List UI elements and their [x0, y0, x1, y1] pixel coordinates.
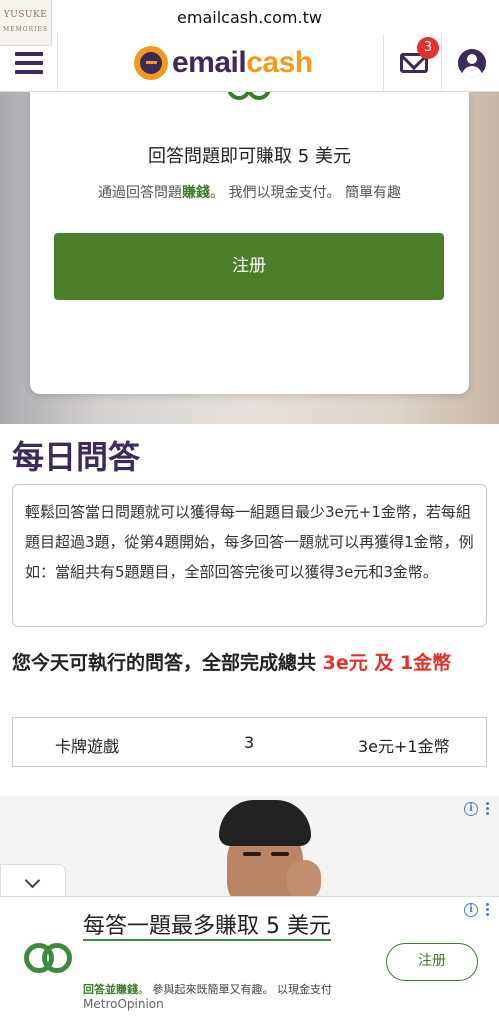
inbox-button[interactable]: 3	[383, 34, 441, 92]
logo-text-cash: cash	[246, 46, 313, 79]
account-button[interactable]	[441, 34, 499, 92]
ad-register-button[interactable]: 注册	[386, 943, 478, 981]
ad-more-options-icon[interactable]	[486, 802, 490, 817]
ad-person-image	[215, 800, 321, 896]
daily-quiz-description: 輕鬆回答當日問題就可以獲得每一組題目最少3e元+1金幣，若每組題目超過3題，從第…	[12, 484, 487, 627]
ad-headline[interactable]: 每答一題最多賺取 5 美元	[83, 911, 363, 943]
ad-desc-highlight: 回答並賺錢	[83, 983, 138, 996]
browser-url-bar[interactable]: emailcash.com.tw	[0, 0, 499, 34]
summary-reward: 3e元 及 1金幣	[322, 652, 452, 674]
logo-text: emailcash	[172, 46, 313, 80]
hero-subtitle-post: 。 我們以現金支付。 簡單有趣	[210, 185, 401, 201]
ad-brand: MetroOpinion	[83, 997, 164, 1011]
ad-info-icon[interactable]: i	[464, 903, 478, 917]
url-text: emailcash.com.tw	[177, 8, 322, 27]
ad-headline-text: 每答一題最多賺取 5 美元	[83, 914, 331, 941]
daily-quiz-title: 每日問答	[12, 438, 141, 476]
logo-text-email: email	[172, 46, 247, 79]
hero-subtitle-pre: 通過回答問題	[98, 185, 183, 201]
ad-more-options-icon[interactable]	[486, 903, 490, 918]
ad-info-icon[interactable]: i	[464, 802, 478, 816]
summary-prefix: 您今天可執行的問答，全部完成總共	[12, 652, 323, 674]
watermark-logo: YUSUKE MEMORIES	[0, 0, 52, 46]
daily-quiz-summary: 您今天可執行的問答，全部完成總共 3e元 及 1金幣	[12, 648, 487, 679]
watermark-line-1: YUSUKE	[3, 10, 48, 20]
ad-double-ring-logo-icon	[24, 943, 72, 975]
bottom-ad-banner[interactable]: i 每答一題最多賺取 5 美元 回答並賺錢。 參與起來既簡單又有趣。 以現金支付…	[0, 896, 499, 1024]
watermark-line-2: MEMORIES	[3, 26, 48, 33]
ad-collapse-chevron-icon[interactable]	[0, 864, 66, 896]
quiz-question-count: 3	[244, 733, 255, 752]
quiz-name: 卡牌遊戲	[55, 737, 120, 756]
double-ring-logo-icon	[227, 92, 273, 100]
hero-title: 回答問題即可賺取 5 美元	[148, 146, 351, 167]
user-circle-icon	[458, 49, 486, 77]
quiz-table-row[interactable]: 卡牌遊戲 3 3e元+1金幣	[12, 717, 487, 767]
ad-desc-rest: 。 參與起來既簡單又有趣。 以現金支付	[138, 983, 332, 996]
emailcash-logo[interactable]: emailcash	[134, 43, 313, 83]
register-button[interactable]: 注册	[54, 233, 444, 300]
top-navigation: emailcash 3	[0, 34, 499, 92]
hero-subtitle-highlight: 賺錢	[182, 185, 211, 201]
ad-image-banner[interactable]: i	[0, 796, 499, 896]
logo-e-icon	[134, 46, 168, 80]
hero-card: 回答問題即可賺取 5 美元 通過回答問題賺錢。 我們以現金支付。 簡單有趣 注册	[30, 92, 469, 394]
quiz-reward: 3e元+1金幣	[358, 737, 450, 756]
ad-description: 回答並賺錢。 參與起來既簡單又有趣。 以現金支付	[83, 981, 332, 997]
mail-count-badge: 3	[417, 37, 439, 59]
hero-banner: 回答問題即可賺取 5 美元 通過回答問題賺錢。 我們以現金支付。 簡單有趣 注册	[0, 92, 499, 424]
hero-subtitle: 通過回答問題賺錢。 我們以現金支付。 簡單有趣	[30, 182, 469, 202]
